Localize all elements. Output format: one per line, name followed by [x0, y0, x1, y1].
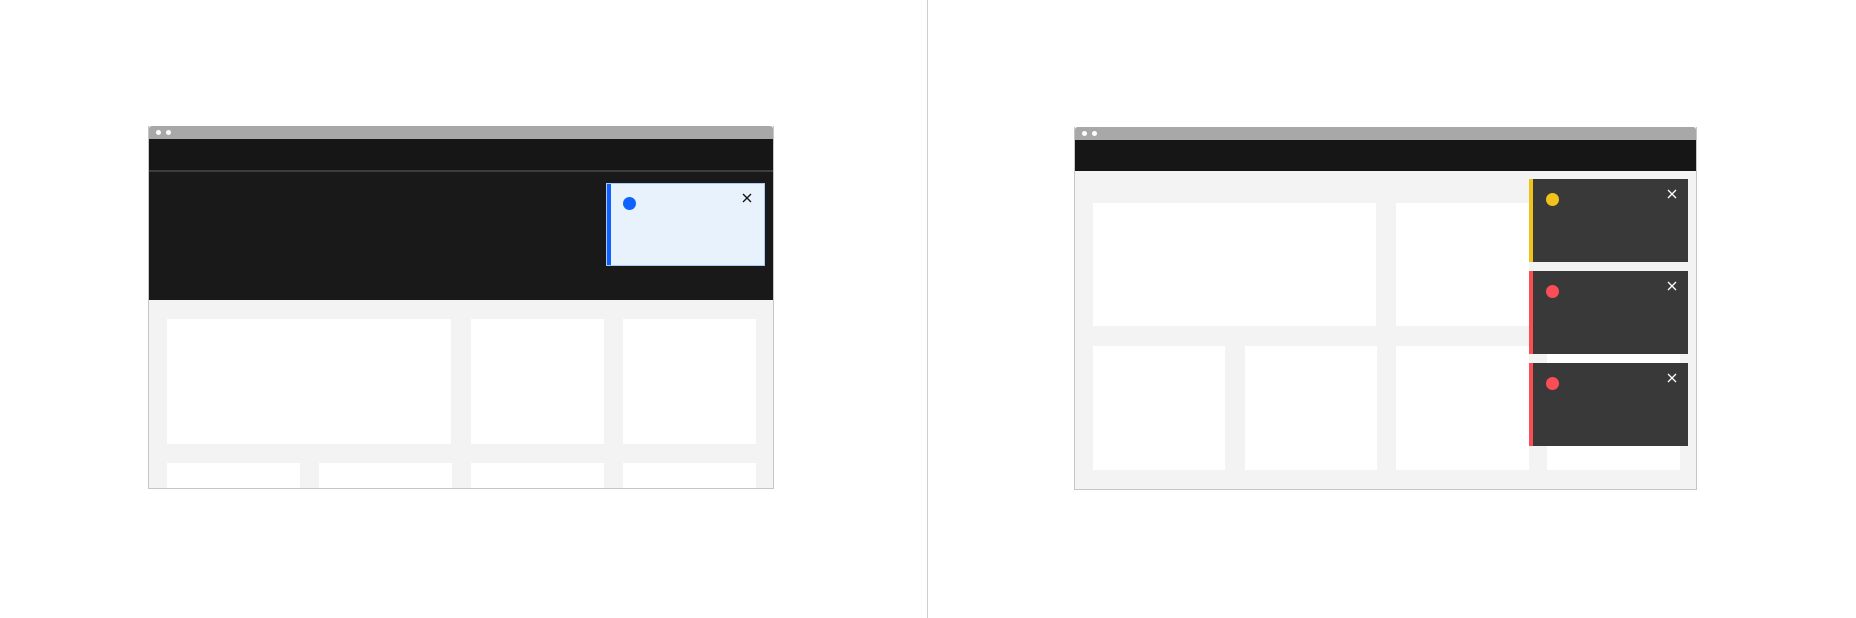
close-icon[interactable] — [1665, 187, 1679, 201]
content-card — [167, 463, 300, 488]
content-card — [167, 319, 451, 444]
header-bar — [149, 139, 773, 170]
notification-accent-bar — [1529, 179, 1533, 262]
close-icon[interactable] — [1665, 279, 1679, 293]
window-control-dot[interactable] — [166, 130, 171, 135]
toast-notification-error — [1529, 363, 1688, 446]
browser-window-right — [1074, 127, 1697, 490]
content-card — [471, 463, 604, 488]
content-card — [319, 463, 452, 488]
content-card — [623, 319, 756, 444]
notification-accent-bar — [1529, 363, 1533, 446]
panel-divider — [927, 0, 928, 618]
status-dot-icon — [1546, 193, 1559, 206]
window-control-dot[interactable] — [156, 130, 161, 135]
content-card — [1396, 346, 1529, 470]
status-dot-icon — [623, 197, 636, 210]
header-bar — [1075, 140, 1696, 171]
content-card — [1093, 203, 1376, 326]
close-icon[interactable] — [740, 191, 754, 205]
header-divider — [149, 170, 773, 172]
browser-titlebar — [1075, 127, 1696, 140]
content-card — [623, 463, 756, 488]
notification-accent-bar — [1529, 271, 1533, 354]
content-card — [1245, 346, 1377, 470]
browser-titlebar — [149, 126, 773, 139]
window-control-dot[interactable] — [1082, 131, 1087, 136]
status-dot-icon — [1546, 285, 1559, 298]
notification-accent-bar — [607, 184, 611, 265]
window-control-dot[interactable] — [1092, 131, 1097, 136]
content-card — [471, 319, 604, 444]
toast-notification-error — [1529, 271, 1688, 354]
content-card — [1396, 203, 1529, 326]
content-card — [1093, 346, 1225, 470]
browser-window-left — [148, 126, 774, 489]
inline-notification-info — [606, 183, 765, 266]
close-icon[interactable] — [1665, 371, 1679, 385]
toast-notification-warning — [1529, 179, 1688, 262]
status-dot-icon — [1546, 377, 1559, 390]
